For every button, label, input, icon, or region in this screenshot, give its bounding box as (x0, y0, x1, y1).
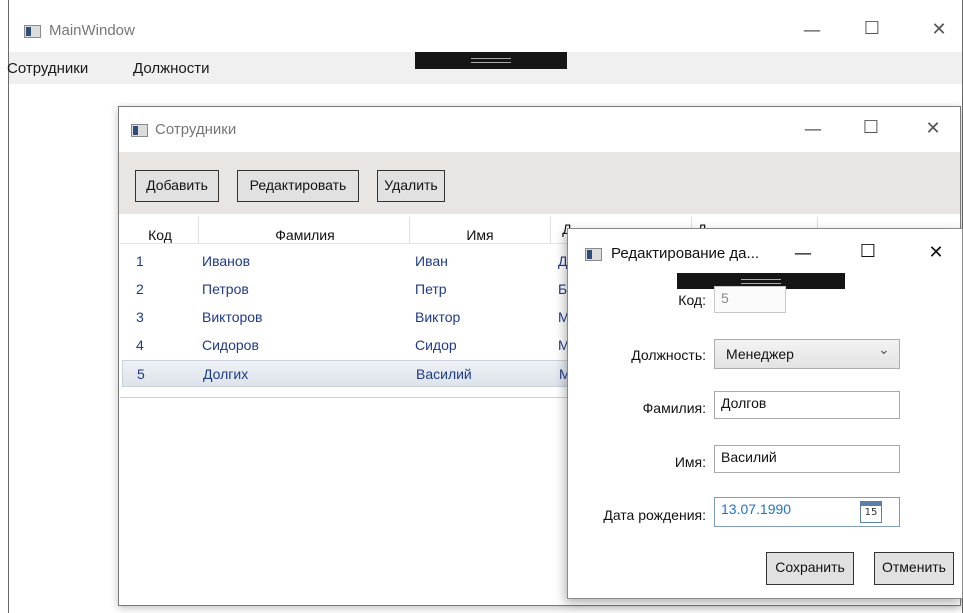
employees-window-icon (131, 124, 148, 137)
maximize-icon[interactable]: ☐ (860, 18, 884, 39)
cell-lastname: Иванов (202, 253, 251, 269)
cell-firstname: Иван (415, 253, 448, 269)
minimize-icon[interactable]: — (800, 20, 824, 41)
calendar-icon[interactable]: 15 (860, 501, 882, 523)
dialog-close-icon[interactable]: ✕ (924, 242, 948, 263)
main-window-title: MainWindow (49, 22, 135, 39)
dialog-maximize-icon[interactable]: ☐ (856, 241, 880, 262)
cell-code: 2 (136, 281, 144, 297)
lastname-value: Долгов (721, 395, 767, 411)
label-code: Код: (678, 292, 706, 308)
employees-maximize-icon[interactable]: ☐ (859, 117, 883, 138)
cell-firstname: Василий (416, 366, 472, 382)
save-button[interactable]: Сохранить (766, 552, 854, 585)
cell-firstname: Сидор (415, 337, 457, 353)
employees-window-title: Сотрудники (155, 121, 237, 138)
add-button[interactable]: Добавить (135, 170, 219, 202)
column-header-code[interactable]: Код (140, 227, 180, 243)
cell-position: Б (558, 281, 568, 297)
label-position: Должность: (631, 347, 706, 363)
chevron-down-icon: ⌄ (878, 341, 890, 357)
code-value: 5 (721, 290, 729, 306)
firstname-value: Василий (721, 449, 777, 465)
close-icon[interactable]: ✕ (927, 19, 951, 40)
cell-firstname: Виктор (415, 309, 461, 325)
employees-close-icon[interactable]: ✕ (921, 118, 945, 139)
dob-value[interactable]: 13.07.1990 (721, 501, 791, 517)
app-icon (24, 25, 41, 38)
edit-dialog-icon (585, 248, 602, 261)
cell-lastname: Викторов (202, 309, 263, 325)
dob-datepicker[interactable]: 13.07.1990 15 (714, 497, 900, 527)
label-dob: Дата рождения: (603, 507, 706, 523)
cell-lastname: Долгих (203, 366, 249, 382)
cell-firstname: Петр (415, 281, 447, 297)
column-header-lastname[interactable]: Фамилия (200, 227, 410, 243)
main-menu-bar: Сотрудники Должности (7, 56, 962, 82)
menu-positions[interactable]: Должности (133, 60, 210, 77)
cell-code: 3 (136, 309, 144, 325)
edit-dialog-title: Редактирование да... (611, 245, 760, 262)
cell-lastname: Петров (202, 281, 249, 297)
position-dropdown-value: Менеджер (726, 346, 794, 362)
calendar-day: 15 (864, 507, 878, 518)
employees-toolbar: Добавить Редактировать Удалить (119, 152, 960, 214)
menu-employees[interactable]: Сотрудники (7, 60, 88, 77)
cell-code: 4 (136, 337, 144, 353)
delete-button[interactable]: Удалить (377, 170, 445, 202)
firstname-field[interactable]: Василий (714, 445, 900, 473)
column-header-firstname[interactable]: Имя (410, 227, 550, 243)
cell-lastname: Сидоров (202, 337, 259, 353)
lastname-field[interactable]: Долгов (714, 391, 900, 419)
cancel-button[interactable]: Отменить (874, 552, 954, 585)
cell-code: 5 (137, 366, 145, 382)
employees-minimize-icon[interactable]: — (801, 119, 825, 140)
label-firstname: Имя: (674, 454, 706, 470)
label-lastname: Фамилия: (642, 400, 706, 416)
position-dropdown[interactable]: Менеджер ⌄ (714, 339, 900, 369)
edit-button[interactable]: Редактировать (237, 170, 359, 202)
cell-code: 1 (136, 253, 144, 269)
edit-dialog: Редактирование да... — ☐ ✕ Код: 5 Должно… (567, 228, 963, 599)
dialog-minimize-icon[interactable]: — (791, 243, 815, 264)
code-field: 5 (714, 286, 786, 313)
